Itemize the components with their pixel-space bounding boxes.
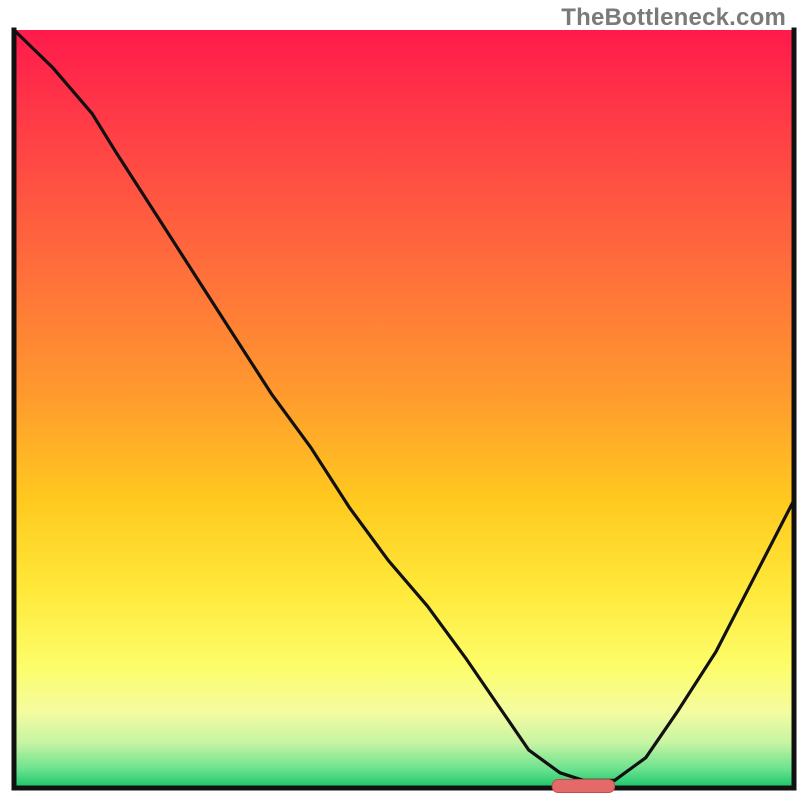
bottleneck-chart [0,0,800,800]
chart-stage: TheBottleneck.com [0,0,800,800]
optimal-range-marker [552,780,614,793]
plot-background [14,30,794,788]
